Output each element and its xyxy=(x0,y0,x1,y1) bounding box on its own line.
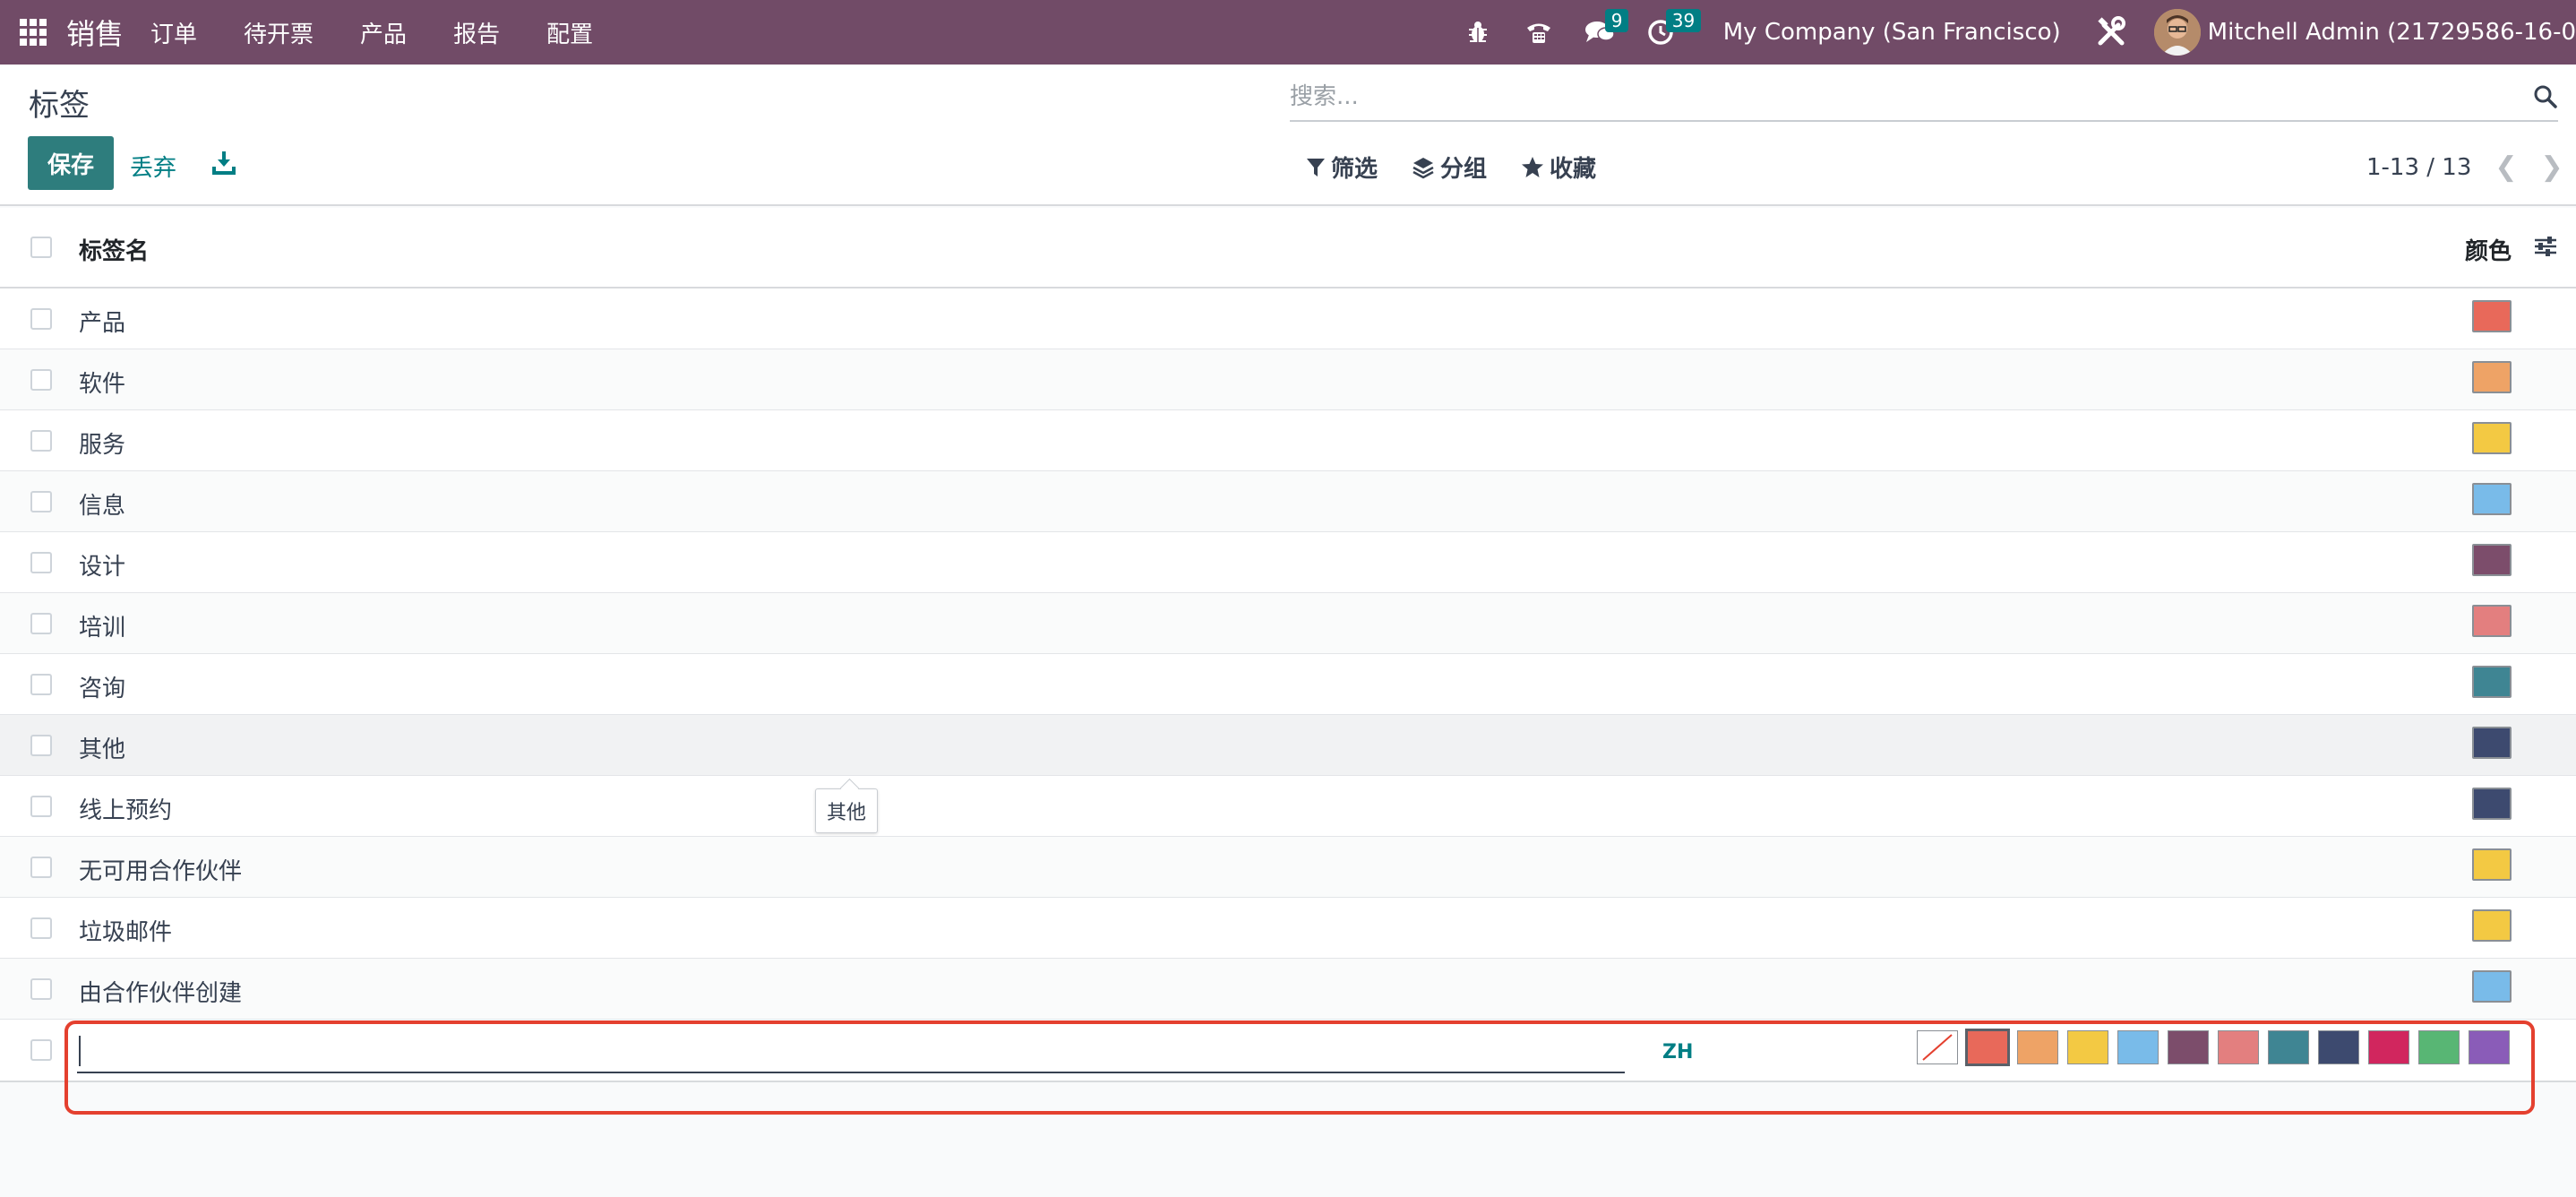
color-swatch[interactable] xyxy=(2472,422,2512,454)
phone-icon[interactable] xyxy=(1521,14,1557,50)
row-checkbox[interactable] xyxy=(30,369,52,391)
color-swatch[interactable] xyxy=(2472,300,2512,332)
pager-next-icon[interactable]: ❯ xyxy=(2541,151,2563,183)
color-swatch[interactable] xyxy=(2472,361,2512,393)
pager-previous-icon[interactable]: ❮ xyxy=(2494,151,2517,183)
search-input[interactable] xyxy=(1290,77,2490,116)
table-row[interactable]: 垃圾邮件 xyxy=(0,898,2576,959)
star-icon xyxy=(1522,156,1544,177)
menu-item-reporting[interactable]: 报告 xyxy=(453,16,500,49)
color-swatch[interactable] xyxy=(2472,666,2512,698)
color-swatch[interactable] xyxy=(2472,788,2512,820)
menu-item-products[interactable]: 产品 xyxy=(360,16,407,49)
table-row[interactable]: 咨询 xyxy=(0,654,2576,715)
tag-name-cell: 服务 xyxy=(79,432,126,459)
row-checkbox[interactable] xyxy=(30,674,52,695)
row-checkbox[interactable] xyxy=(30,735,52,756)
navbar-systray: 9 39 My Company (San Francisco) Mitchell… xyxy=(1460,0,2576,65)
optional-columns-icon[interactable] xyxy=(2533,235,2558,264)
activities-clock-icon[interactable]: 39 xyxy=(1643,9,1702,50)
save-button[interactable]: 保存 xyxy=(28,136,114,190)
tag-name-cell: 培训 xyxy=(79,615,126,642)
highlight-annotation-box xyxy=(64,1020,2535,1115)
tag-name-cell: 信息 xyxy=(79,493,126,520)
table-row[interactable]: 软件 xyxy=(0,349,2576,410)
tag-name-cell: 咨询 xyxy=(79,676,126,702)
menu-item-orders[interactable]: 订单 xyxy=(150,16,197,49)
color-swatch[interactable] xyxy=(2472,727,2512,759)
layers-icon xyxy=(1413,157,1434,178)
table-row[interactable]: 无可用合作伙伴 xyxy=(0,837,2576,898)
color-swatch[interactable] xyxy=(2472,483,2512,515)
apps-menu-icon[interactable] xyxy=(20,19,47,46)
control-panel: 标签 保存 丢弃 筛选 分组 收藏 1-13 / 13 ❮ ❯ xyxy=(0,65,2576,206)
row-checkbox[interactable] xyxy=(30,613,52,634)
download-export-icon[interactable] xyxy=(211,149,236,176)
menu-item-to-invoice[interactable]: 待开票 xyxy=(244,16,313,49)
tag-name-cell: 产品 xyxy=(79,310,126,337)
color-swatch[interactable] xyxy=(2472,848,2512,881)
color-swatch[interactable] xyxy=(2472,605,2512,637)
app-name[interactable]: 销售 xyxy=(66,12,124,53)
color-swatch[interactable] xyxy=(2472,544,2512,576)
search-bar xyxy=(1290,77,2558,122)
row-checkbox[interactable] xyxy=(30,857,52,878)
pager-value[interactable]: 1-13 / 13 xyxy=(2366,154,2471,181)
tag-name-cell: 垃圾邮件 xyxy=(79,919,173,946)
main-menu: 订单 待开票 产品 报告 配置 xyxy=(150,16,640,49)
column-header-color[interactable]: 颜色 xyxy=(2465,233,2512,266)
top-navbar: 销售 订单 待开票 产品 报告 配置 9 39 My Company (San … xyxy=(0,0,2576,65)
select-all-checkbox[interactable] xyxy=(30,237,52,258)
color-swatch[interactable] xyxy=(2472,970,2512,1003)
table-row[interactable]: 设计 xyxy=(0,532,2576,593)
table-row[interactable]: 培训 xyxy=(0,593,2576,654)
tag-name-cell: 无可用合作伙伴 xyxy=(79,858,243,885)
row-checkbox[interactable] xyxy=(30,491,52,512)
group-by-label: 分组 xyxy=(1440,156,1488,183)
user-menu[interactable]: Mitchell Admin (21729586-16-0 xyxy=(2208,19,2576,46)
breadcrumb-title: 标签 xyxy=(29,88,90,124)
tooltip: 其他 xyxy=(815,788,879,833)
color-swatch[interactable] xyxy=(2472,909,2512,942)
table-row[interactable]: 信息 xyxy=(0,471,2576,532)
company-switcher[interactable]: My Company (San Francisco) xyxy=(1723,19,2061,46)
pager: 1-13 / 13 ❮ ❯ xyxy=(2366,151,2563,183)
tag-name-cell: 设计 xyxy=(79,554,126,581)
table-row[interactable]: 由合作伙伴创建 xyxy=(0,959,2576,1020)
group-by-toggle[interactable]: 分组 xyxy=(1412,151,1487,184)
messages-count-badge: 9 xyxy=(1604,9,1629,32)
row-checkbox[interactable] xyxy=(30,430,52,452)
menu-item-configuration[interactable]: 配置 xyxy=(546,16,593,49)
row-checkbox[interactable] xyxy=(30,978,52,1000)
activities-count-badge: 39 xyxy=(1665,9,1702,32)
tag-name-cell: 软件 xyxy=(79,371,126,398)
discard-button[interactable]: 丢弃 xyxy=(130,150,176,183)
table-row[interactable]: 产品 xyxy=(0,288,2576,349)
column-header-name[interactable]: 标签名 xyxy=(79,233,149,266)
messages-icon[interactable]: 9 xyxy=(1582,9,1629,50)
tag-list: 标签名 颜色 产品 软件 服务 信息 设计 培训 咨询 其他 线上预约 无可用合作伙伴 垃圾邮件 由合… xyxy=(0,208,2576,1082)
settings-tools-icon[interactable] xyxy=(2093,14,2129,50)
row-checkbox[interactable] xyxy=(30,796,52,817)
row-checkbox[interactable] xyxy=(30,1039,52,1061)
row-checkbox[interactable] xyxy=(30,308,52,330)
search-options: 筛选 分组 收藏 xyxy=(1306,151,1630,184)
user-avatar[interactable] xyxy=(2153,9,2201,56)
row-checkbox[interactable] xyxy=(30,917,52,939)
tag-name-cell: 线上预约 xyxy=(79,797,173,824)
tag-name-cell: 由合作伙伴创建 xyxy=(79,980,243,1007)
favorites-label: 收藏 xyxy=(1550,156,1597,183)
row-checkbox[interactable] xyxy=(30,552,52,573)
table-row[interactable]: 服务 xyxy=(0,410,2576,471)
filters-toggle[interactable]: 筛选 xyxy=(1306,151,1378,184)
debug-bug-icon[interactable] xyxy=(1460,14,1496,50)
search-icon[interactable] xyxy=(2533,84,2558,116)
list-header: 标签名 颜色 xyxy=(0,208,2576,288)
filters-label: 筛选 xyxy=(1331,156,1378,183)
table-row[interactable]: 线上预约 xyxy=(0,776,2576,837)
filter-icon xyxy=(1307,158,1325,177)
tag-name-cell: 其他 xyxy=(79,736,126,763)
table-row[interactable]: 其他 xyxy=(0,715,2576,776)
favorites-toggle[interactable]: 收藏 xyxy=(1521,151,1596,184)
